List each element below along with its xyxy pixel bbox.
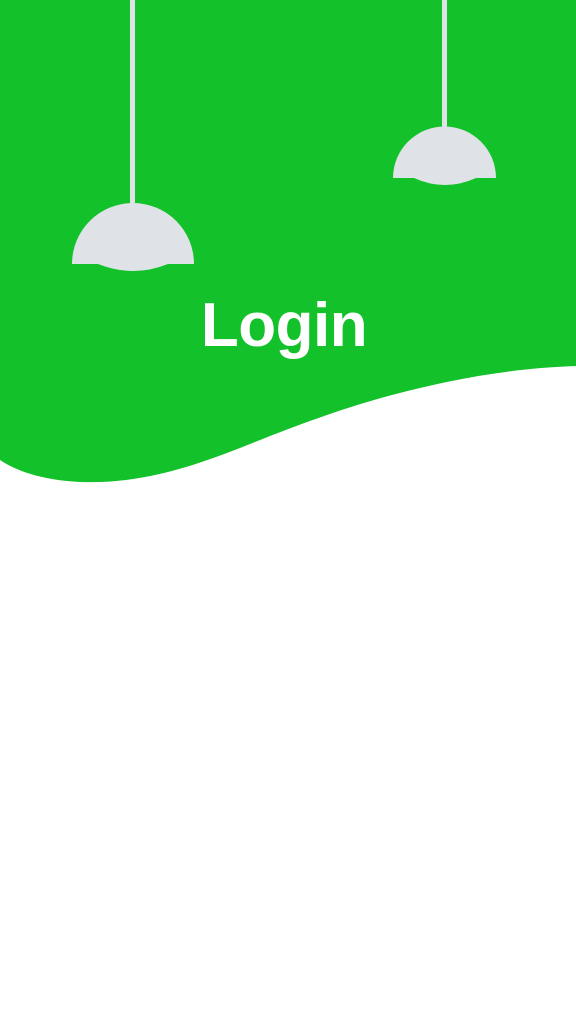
login-form-area — [0, 490, 576, 1024]
lamp-cord — [130, 0, 135, 208]
pendant-lamp-icon — [72, 0, 194, 271]
page-title: Login — [200, 291, 368, 360]
lamp-bulb — [414, 178, 476, 185]
lamp-shade — [393, 126, 496, 178]
login-screen: Login — [0, 0, 576, 1024]
lamp-shade — [72, 203, 194, 264]
pendant-lamp-icon — [393, 0, 496, 185]
lamp-cord — [442, 0, 447, 130]
lamp-bulb — [98, 264, 168, 271]
